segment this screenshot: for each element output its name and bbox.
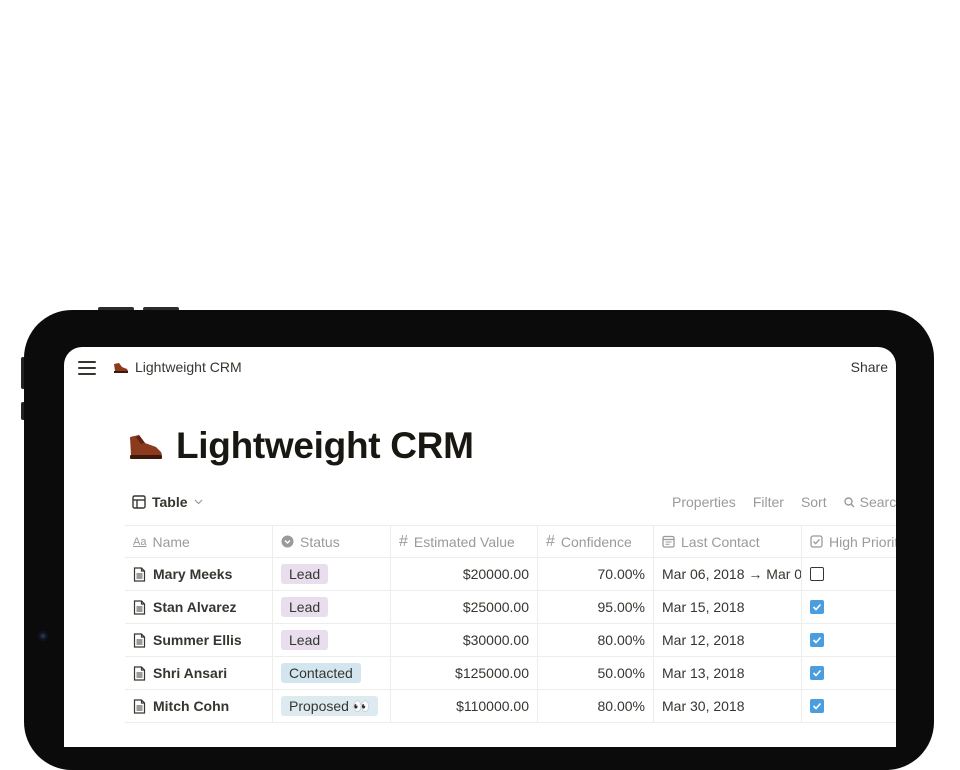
- page-title-row: Lightweight CRM: [128, 425, 474, 467]
- column-header-last-contact[interactable]: Last Contact: [654, 526, 802, 557]
- high-priority-checkbox[interactable]: [810, 567, 824, 581]
- cell-name[interactable]: Stan Alvarez: [125, 591, 273, 623]
- shoe-icon: [128, 431, 164, 461]
- high-priority-checkbox[interactable]: [810, 633, 824, 647]
- cell-estimated-value[interactable]: $20000.00: [391, 558, 538, 590]
- row-name: Stan Alvarez: [153, 599, 237, 615]
- cell-last-contact[interactable]: Mar 15, 2018: [654, 591, 802, 623]
- cell-status[interactable]: Lead: [273, 591, 391, 623]
- status-badge: Lead: [281, 630, 329, 650]
- select-icon: [281, 535, 294, 548]
- high-priority-checkbox[interactable]: [810, 600, 824, 614]
- view-bar: Table Properties Filter Sort Search: [132, 494, 896, 514]
- crm-table: Aa Name Status # Estimated Value # Confi…: [125, 525, 896, 723]
- column-header-estimated-value[interactable]: # Estimated Value: [391, 526, 538, 557]
- column-header-high-priority[interactable]: High Priority: [802, 526, 896, 557]
- status-badge: Proposed 👀: [281, 696, 379, 716]
- status-badge: Contacted: [281, 663, 361, 683]
- cell-high-priority[interactable]: [802, 558, 896, 590]
- menu-icon[interactable]: [78, 361, 96, 375]
- search-label: Search: [859, 494, 896, 510]
- sort-button[interactable]: Sort: [801, 494, 827, 510]
- cell-confidence[interactable]: 80.00%: [538, 690, 654, 722]
- cell-confidence[interactable]: 70.00%: [538, 558, 654, 590]
- cell-last-contact[interactable]: Mar 13, 2018: [654, 657, 802, 689]
- high-priority-checkbox[interactable]: [810, 666, 824, 680]
- status-badge: Lead: [281, 564, 329, 584]
- cell-name[interactable]: Shri Ansari: [125, 657, 273, 689]
- table-header: Aa Name Status # Estimated Value # Confi…: [125, 525, 896, 558]
- filter-button[interactable]: Filter: [753, 494, 784, 510]
- view-name: Table: [152, 494, 188, 510]
- properties-button[interactable]: Properties: [672, 494, 736, 510]
- cell-confidence[interactable]: 50.00%: [538, 657, 654, 689]
- table-icon: [132, 495, 146, 509]
- row-name: Summer Ellis: [153, 632, 242, 648]
- page-icon: [133, 698, 146, 714]
- cell-confidence[interactable]: 95.00%: [538, 591, 654, 623]
- page-icon: [133, 566, 146, 582]
- text-icon: Aa: [133, 535, 147, 548]
- cell-status[interactable]: Lead: [273, 558, 391, 590]
- search-button[interactable]: Search: [843, 494, 896, 510]
- top-bar: Lightweight CRM Share: [64, 347, 896, 389]
- page-icon: [133, 632, 146, 648]
- date-icon: [662, 535, 675, 548]
- cell-last-contact[interactable]: Mar 30, 2018: [654, 690, 802, 722]
- breadcrumb[interactable]: Lightweight CRM: [112, 359, 242, 375]
- column-header-name[interactable]: Aa Name: [125, 526, 273, 557]
- row-name: Mary Meeks: [153, 566, 233, 582]
- cell-high-priority[interactable]: [802, 690, 896, 722]
- cell-last-contact[interactable]: Mar 12, 2018: [654, 624, 802, 656]
- cell-confidence[interactable]: 80.00%: [538, 624, 654, 656]
- row-name: Shri Ansari: [153, 665, 228, 681]
- row-name: Mitch Cohn: [153, 698, 230, 714]
- cell-name[interactable]: Mitch Cohn: [125, 690, 273, 722]
- shoe-icon: [112, 360, 130, 374]
- cell-last-contact[interactable]: Mar 06, 2018 → Mar 08, 2018: [654, 558, 802, 590]
- camera-icon: [38, 631, 48, 641]
- cell-high-priority[interactable]: [802, 657, 896, 689]
- cell-status[interactable]: Proposed 👀: [273, 690, 391, 722]
- page-title: Lightweight CRM: [176, 425, 474, 466]
- cell-estimated-value[interactable]: $30000.00: [391, 624, 538, 656]
- share-button[interactable]: Share: [851, 359, 888, 375]
- page-icon: [133, 665, 146, 681]
- table-row[interactable]: Mary Meeks Lead $20000.00 70.00% Mar 06, 201…: [125, 558, 896, 591]
- status-badge: Lead: [281, 597, 329, 617]
- page-icon: [133, 599, 146, 615]
- view-actions: Properties Filter Sort Search: [672, 494, 896, 510]
- cell-name[interactable]: Mary Meeks: [125, 558, 273, 590]
- cell-estimated-value[interactable]: $25000.00: [391, 591, 538, 623]
- cell-high-priority[interactable]: [802, 591, 896, 623]
- number-icon: #: [399, 532, 408, 550]
- cell-status[interactable]: Contacted: [273, 657, 391, 689]
- breadcrumb-label: Lightweight CRM: [135, 359, 242, 375]
- chevron-down-icon: [194, 499, 203, 505]
- cell-high-priority[interactable]: [802, 624, 896, 656]
- high-priority-checkbox[interactable]: [810, 699, 824, 713]
- cell-estimated-value[interactable]: $110000.00: [391, 690, 538, 722]
- table-row[interactable]: Stan Alvarez Lead $25000.00 95.00% Mar 15, 2…: [125, 591, 896, 624]
- app-screen: Lightweight CRM Share Lightweight CRM Ta…: [64, 347, 896, 747]
- number-icon: #: [546, 532, 555, 550]
- cell-estimated-value[interactable]: $125000.00: [391, 657, 538, 689]
- cell-name[interactable]: Summer Ellis: [125, 624, 273, 656]
- column-header-status[interactable]: Status: [273, 526, 391, 557]
- search-icon: [843, 496, 855, 508]
- table-row[interactable]: Summer Ellis Lead $30000.00 80.00% Mar 12, 2…: [125, 624, 896, 657]
- table-row[interactable]: Shri Ansari Contacted $125000.00 50.00% Mar …: [125, 657, 896, 690]
- cell-status[interactable]: Lead: [273, 624, 391, 656]
- checkbox-icon: [810, 535, 823, 548]
- view-switcher[interactable]: Table: [132, 494, 203, 510]
- column-header-confidence[interactable]: # Confidence: [538, 526, 654, 557]
- table-body: Mary Meeks Lead $20000.00 70.00% Mar 06, 201…: [125, 558, 896, 723]
- table-row[interactable]: Mitch Cohn Proposed 👀 $110000.00 80.00% Mar …: [125, 690, 896, 723]
